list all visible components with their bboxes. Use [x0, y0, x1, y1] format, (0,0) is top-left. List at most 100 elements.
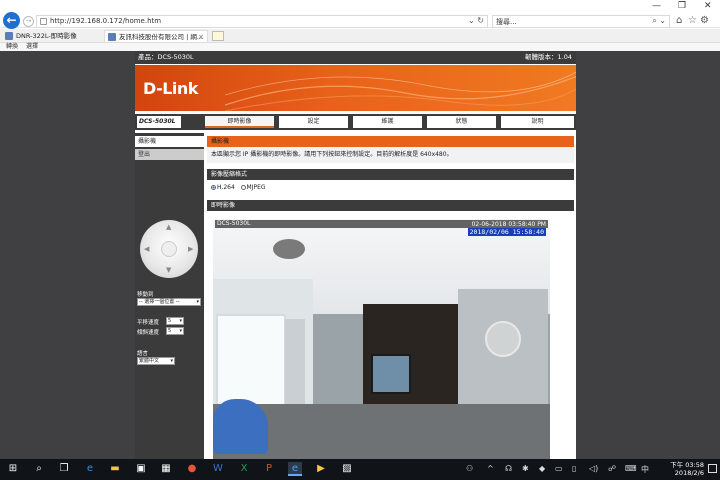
video-curtain [285, 319, 305, 409]
product-badge: DCS-5030L [137, 116, 181, 128]
dlink-banner: D-Link [135, 65, 576, 111]
photos-icon[interactable]: ▨ [340, 462, 354, 476]
dropbox-icon[interactable]: ◆ [539, 464, 545, 473]
address-bar-url: http://192.168.0.172/home.htm [50, 17, 162, 25]
search-icon[interactable]: ⌕ [32, 462, 46, 476]
preset-position-select[interactable]: -- 選擇一個位置 -- ▾ [137, 298, 201, 306]
clock-date: 2018/2/6 [674, 469, 704, 477]
tab-favicon [108, 33, 116, 41]
taskbar-clock[interactable]: 下午 03:58 2018/2/6 [670, 461, 704, 477]
move-to-label: 移動到 [137, 292, 154, 298]
network-status-icon[interactable]: ☊ [505, 464, 512, 473]
live-video-feed[interactable]: DCS-5030L 02-06-2018 03:58:40 PM 2018/02… [213, 219, 550, 459]
tab-live-video[interactable]: 即時影像 [205, 116, 274, 128]
tilt-speed-select[interactable]: 5 ▾ [166, 327, 184, 335]
windows-start-icon[interactable]: ⊞ [6, 462, 20, 476]
sidebar: 攝影機 登出 ▲ ▼ ◀ ▶ 移動到 -- 選擇一個位置 -- ▾ 平移速度 5… [135, 133, 204, 459]
new-tab-button[interactable] [212, 31, 224, 41]
task-view-icon[interactable]: ❐ [57, 462, 71, 476]
banner-wave-graphic [225, 71, 576, 111]
browser-address-row: ← → http://192.168.0.172/home.htm ⌄ ↻ 搜尋… [0, 0, 720, 29]
tab-favicon [5, 32, 13, 40]
windows-taskbar: ⊞ ⌕ ❐ e ▬ ▣ ▦ ● W X P e ▶ ▨ ⚇ ^ ☊ ✱ ◆ ▭ … [0, 459, 720, 480]
select-menu[interactable]: 選擇 [26, 43, 38, 50]
chrome-icon[interactable]: ● [185, 462, 199, 476]
settings-gear-icon[interactable]: ⚙ [700, 15, 709, 26]
main-nav: DCS-5030L 即時影像 設定 維護 狀態 說明 [135, 114, 576, 130]
tray-chevron-icon[interactable]: ^ [487, 464, 494, 473]
volume-icon[interactable]: ◁) [589, 464, 598, 473]
pan-left-icon[interactable]: ◀ [144, 245, 149, 253]
tab-setup[interactable]: 設定 [279, 116, 348, 128]
bluetooth-icon[interactable]: ✱ [522, 464, 529, 473]
tab-maintenance[interactable]: 維護 [353, 116, 422, 128]
wifi-icon[interactable]: ☍ [608, 464, 616, 473]
close-tab-icon[interactable]: × [198, 31, 204, 42]
dlink-web-ui: 產品：DCS-5030L 韌體版本：1.04 D-Link DCS-5030L … [135, 51, 576, 459]
media-player-icon[interactable]: ▶ [314, 462, 328, 476]
people-icon[interactable]: ⚇ [466, 464, 473, 473]
pan-up-icon[interactable]: ▲ [166, 223, 171, 231]
pan-right-icon[interactable]: ▶ [188, 245, 193, 253]
search-input[interactable]: 搜尋... [496, 17, 517, 27]
tab-dlink[interactable]: 友訊科技股份有限公司 | 網... × [104, 30, 208, 42]
word-icon[interactable]: W [211, 462, 225, 476]
internet-explorer-icon[interactable]: e [288, 462, 302, 476]
favorites-star-icon[interactable]: ☆ [688, 15, 697, 26]
mjpeg-radio[interactable] [240, 185, 246, 190]
tab-help[interactable]: 說明 [501, 116, 574, 128]
tab-status[interactable]: 狀態 [427, 116, 496, 128]
model-label: 產品：DCS-5030L [138, 53, 194, 61]
minimize-button[interactable]: — [652, 1, 661, 11]
powerpoint-icon[interactable]: P [262, 462, 276, 476]
chevron-down-icon: ▾ [179, 318, 182, 324]
store-icon[interactable]: ▣ [134, 462, 148, 476]
preset-position-value: -- 選擇一個位置 -- [139, 299, 180, 305]
ptz-home-button[interactable] [161, 241, 177, 257]
edge-icon[interactable]: e [83, 462, 97, 476]
video-window [216, 314, 286, 414]
search-icon[interactable]: ⌕ ⌄ [652, 16, 666, 26]
dlink-logo: D-Link [143, 79, 198, 98]
video-osd-timestamp: 2018/02/06 15:58:40 [467, 228, 546, 236]
forward-button[interactable]: → [23, 16, 34, 27]
home-icon[interactable]: ⌂ [676, 15, 682, 26]
codec-options: H.264 MJPEG [207, 181, 574, 195]
input-method-icon[interactable]: ⌨ [625, 464, 637, 473]
address-bar[interactable]: http://192.168.0.172/home.htm ⌄ ↻ [36, 15, 488, 28]
info-bar: 產品：DCS-5030L 韌體版本：1.04 [135, 51, 576, 64]
firmware-label: 韌體版本：1.04 [525, 53, 572, 61]
tilt-speed-value: 5 [168, 328, 172, 334]
ptz-control-pad[interactable]: ▲ ▼ ◀ ▶ [140, 220, 198, 278]
language-indicator-icon[interactable]: 中 [641, 464, 649, 475]
convert-menu[interactable]: 轉換 [6, 43, 18, 50]
tilt-speed-label: 傾斜速度 [137, 330, 160, 336]
video-tv [371, 354, 411, 394]
browser-tab-row: DNR-322L-即時影像 友訊科技股份有限公司 | 網... × [0, 29, 720, 43]
back-button[interactable]: ← [3, 12, 20, 29]
sidebar-item-logout[interactable]: 登出 [135, 149, 204, 160]
video-camera-name: DCS-5030L [217, 220, 251, 227]
pan-down-icon[interactable]: ▼ [166, 266, 171, 274]
video-ceiling-lamp [273, 239, 305, 259]
close-window-button[interactable]: ✕ [704, 1, 712, 11]
file-explorer-icon[interactable]: ▬ [108, 462, 122, 476]
pan-speed-label: 平移速度 [137, 320, 160, 326]
search-box[interactable]: 搜尋... ⌕ ⌄ [492, 15, 670, 28]
tab-dnr[interactable]: DNR-322L-即時影像 [2, 30, 100, 42]
sidebar-item-camera[interactable]: 攝影機 [135, 136, 204, 147]
tab-label: 友訊科技股份有限公司 | 網... [119, 33, 204, 41]
notification-center-icon[interactable] [708, 464, 717, 473]
battery-icon[interactable]: ▯ [572, 464, 576, 473]
monitor-icon[interactable]: ▭ [555, 464, 563, 473]
maximize-button[interactable]: ❐ [678, 1, 686, 11]
language-select[interactable]: 繁體中文 ▾ [137, 357, 175, 365]
camera-section-title: 攝影機 [207, 136, 574, 147]
excel-icon[interactable]: X [237, 462, 251, 476]
h264-radio[interactable] [211, 185, 216, 190]
clock-time: 下午 03:58 [670, 461, 704, 469]
refresh-icon[interactable]: ⌄ ↻ [468, 16, 484, 25]
tab-label: DNR-322L-即時影像 [16, 32, 77, 40]
calculator-icon[interactable]: ▦ [159, 462, 173, 476]
pan-speed-select[interactable]: 5 ▾ [166, 317, 184, 325]
